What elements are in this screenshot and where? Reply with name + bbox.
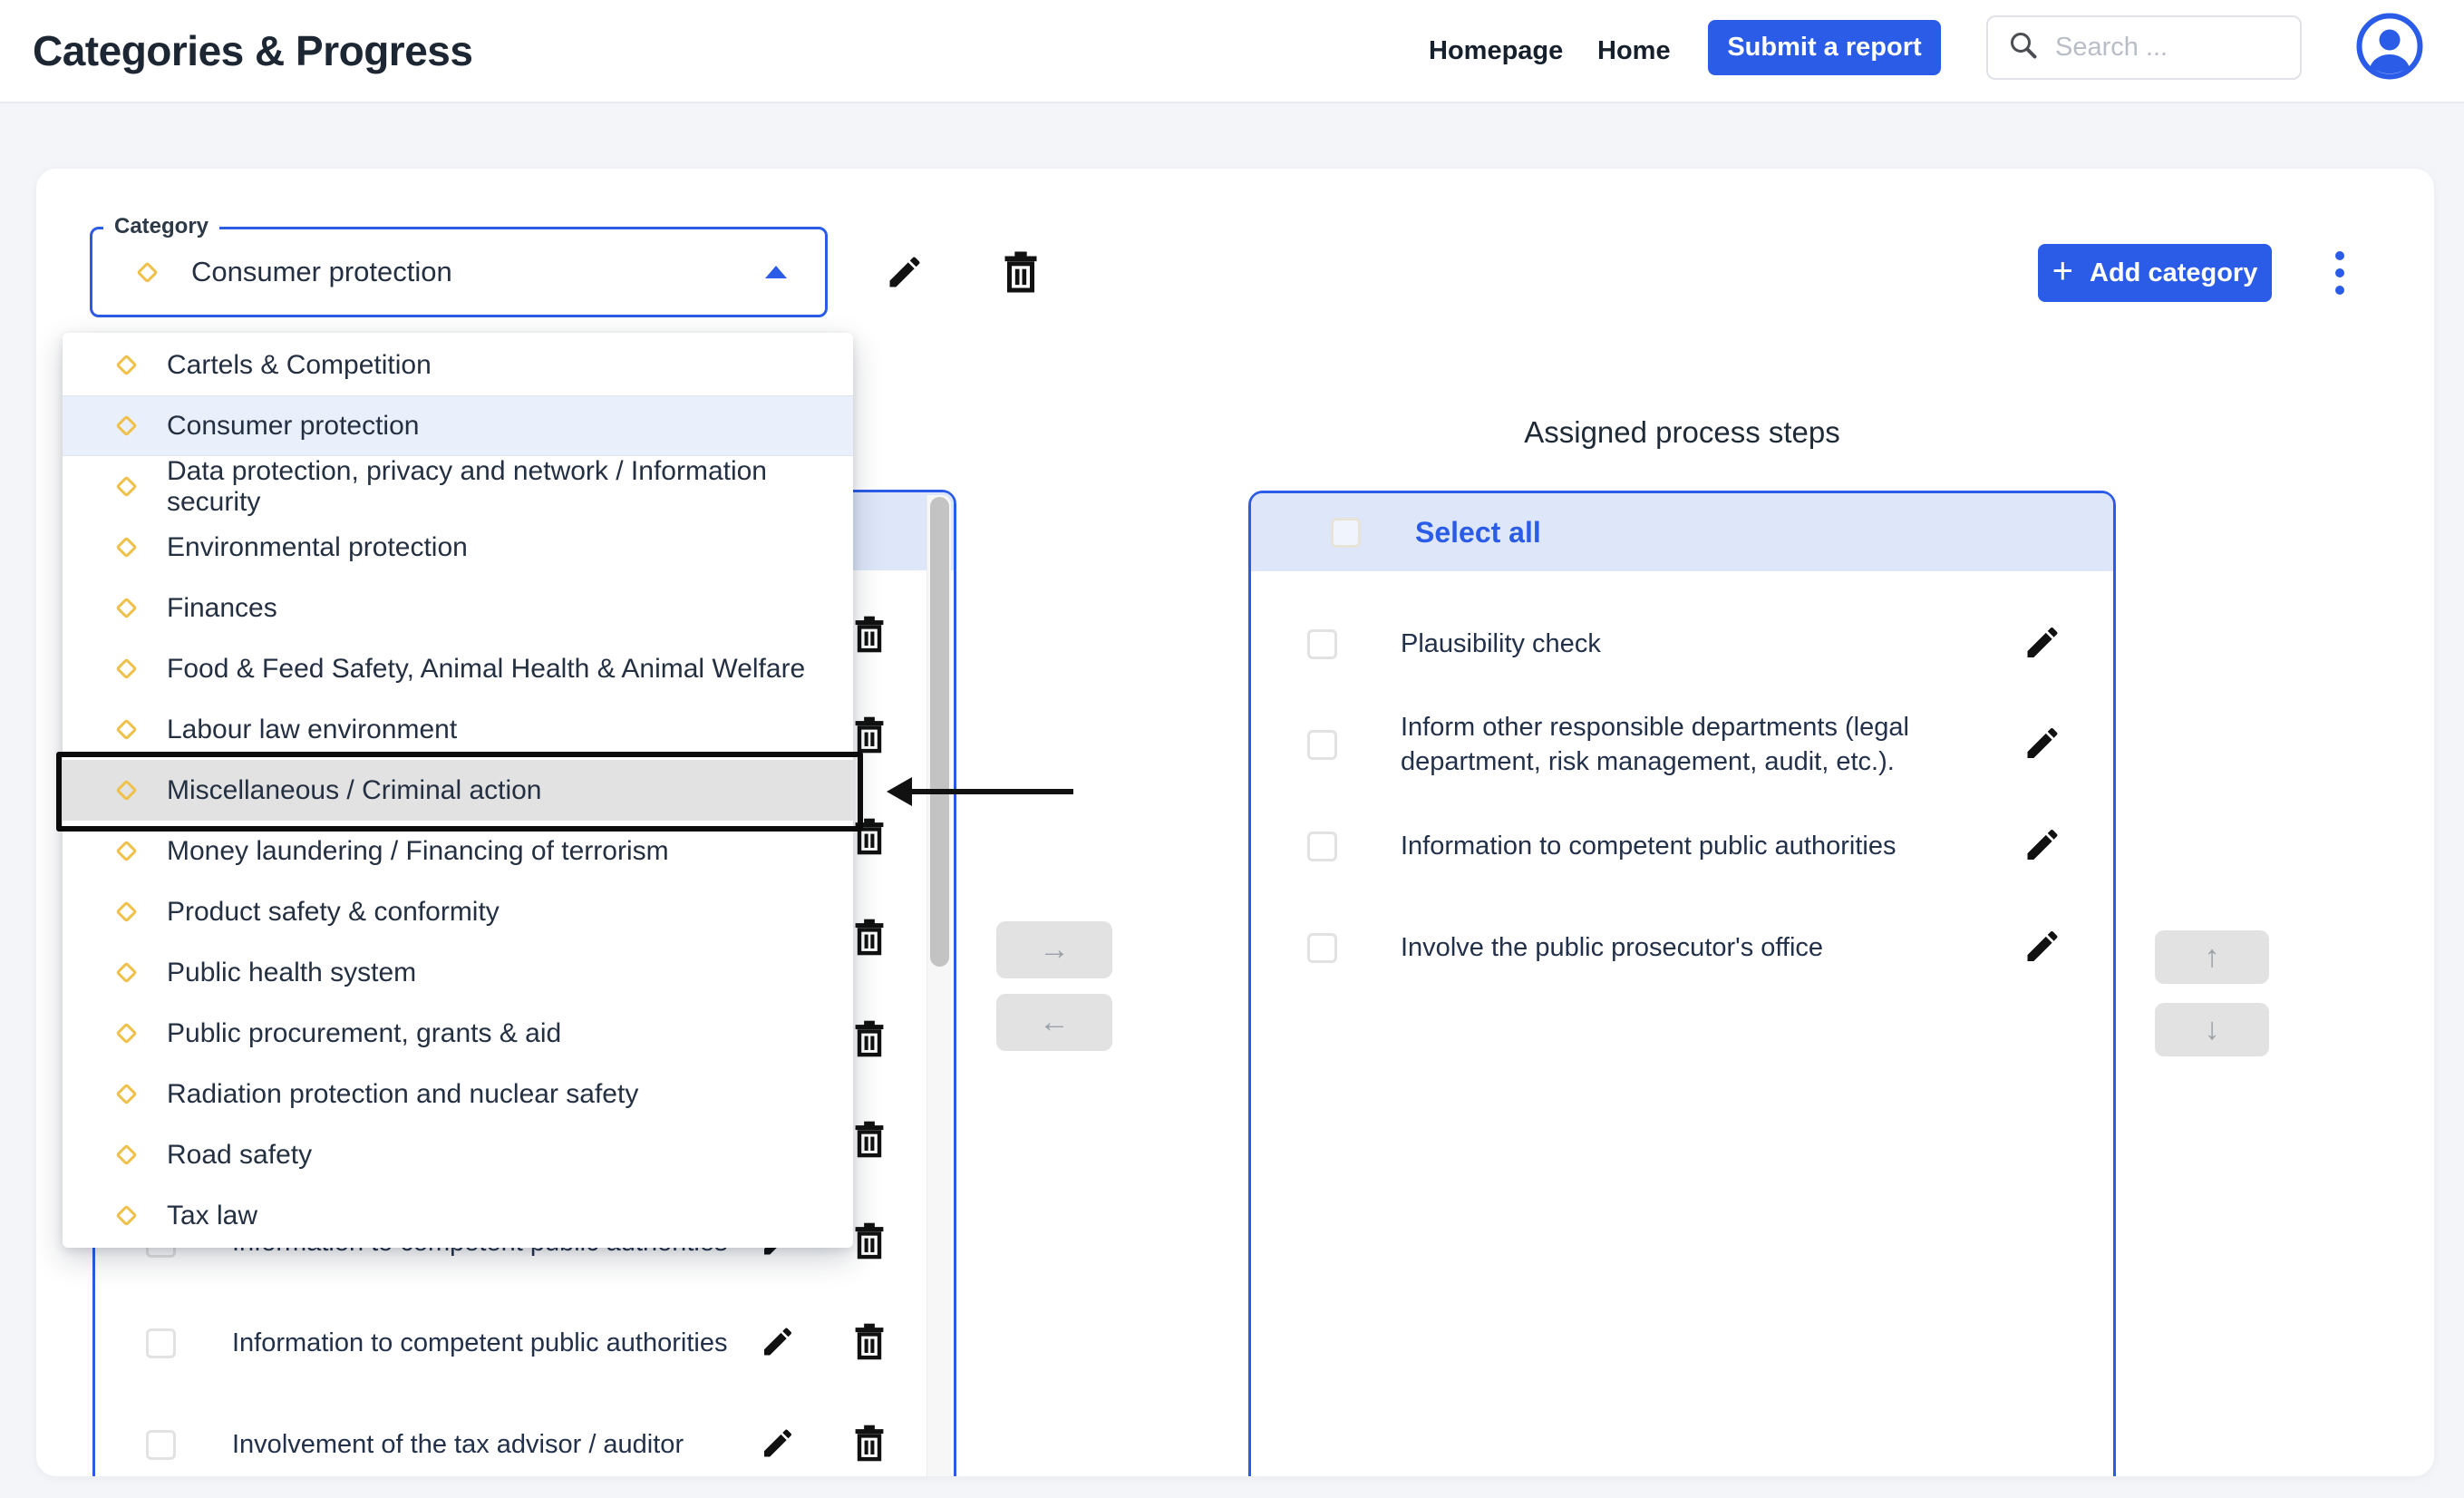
- nav-link-home[interactable]: Home: [1597, 0, 1671, 102]
- step-label: Information to competent public authorit…: [1401, 829, 1999, 863]
- move-down-button[interactable]: ↓: [2155, 1003, 2269, 1056]
- category-diamond-icon: [115, 597, 137, 618]
- category-diamond-icon: [115, 1204, 137, 1226]
- annotation-arrow-head-icon: [887, 777, 912, 806]
- delete-step-button[interactable]: [850, 1322, 888, 1365]
- delete-step-button[interactable]: [850, 1424, 888, 1466]
- main-card: Category Consumer protection + Add categ…: [36, 169, 2434, 1476]
- delete-category-button[interactable]: [999, 249, 1043, 297]
- dropdown-option[interactable]: Environmental protection: [63, 517, 853, 578]
- step-label: Plausibility check: [1401, 627, 1999, 661]
- dropdown-option[interactable]: Labour law environment: [63, 699, 853, 760]
- delete-step-button[interactable]: [850, 1019, 888, 1062]
- move-left-button[interactable]: ←: [996, 994, 1112, 1051]
- category-diamond-icon: [115, 961, 137, 983]
- dropdown-option[interactable]: Food & Feed Safety, Animal Health & Anim…: [63, 638, 853, 699]
- assigned-step-row: Inform other responsible departments (le…: [1251, 710, 2113, 779]
- search-input[interactable]: [2055, 33, 2273, 63]
- category-select[interactable]: Consumer protection: [90, 227, 828, 317]
- select-all-label: Select all: [1415, 516, 1541, 550]
- pencil-icon: [885, 281, 925, 295]
- step-label: Information to competent public authorit…: [232, 1328, 740, 1358]
- edit-step-button[interactable]: [2023, 825, 2062, 868]
- category-diamond-icon: [136, 261, 158, 283]
- delete-step-button[interactable]: [850, 715, 888, 758]
- trash-icon: [999, 284, 1043, 297]
- edit-step-button[interactable]: [2023, 927, 2062, 969]
- delete-step-button[interactable]: [850, 1221, 888, 1264]
- left-panel-scrollbar-thumb[interactable]: [930, 497, 949, 967]
- page-title: Categories & Progress: [33, 0, 472, 102]
- nav-link-homepage[interactable]: Homepage: [1429, 0, 1563, 102]
- delete-step-button[interactable]: [850, 817, 888, 860]
- dropdown-option-highlighted[interactable]: Miscellaneous / Criminal action: [63, 760, 853, 821]
- search-box[interactable]: [1986, 15, 2302, 80]
- user-avatar-icon[interactable]: [2356, 13, 2423, 80]
- dropdown-option[interactable]: Radiation protection and nuclear safety: [63, 1064, 853, 1124]
- dropdown-option[interactable]: Data protection, privacy and network / I…: [63, 456, 853, 517]
- dropdown-option[interactable]: Road safety: [63, 1124, 853, 1185]
- step-checkbox[interactable]: [1307, 629, 1337, 659]
- category-selected-value: Consumer protection: [191, 256, 452, 288]
- step-checkbox[interactable]: [146, 1430, 176, 1460]
- dropdown-option-selected[interactable]: Consumer protection: [63, 395, 853, 456]
- dropdown-option[interactable]: Cartels & Competition: [63, 335, 853, 395]
- step-row: Information to competent public authorit…: [95, 1311, 954, 1375]
- category-field-label: Category: [103, 214, 219, 239]
- category-diamond-icon: [115, 414, 137, 436]
- dropdown-option[interactable]: Public health system: [63, 942, 853, 1003]
- category-diamond-icon: [115, 657, 137, 679]
- edit-step-button[interactable]: [2023, 623, 2062, 666]
- dropdown-option[interactable]: Money laundering / Financing of terroris…: [63, 821, 853, 881]
- app-header: Categories & Progress Homepage Home Subm…: [0, 0, 2464, 103]
- category-diamond-icon: [115, 718, 137, 740]
- category-diamond-icon: [115, 840, 137, 861]
- add-category-button[interactable]: + Add category: [2038, 244, 2272, 302]
- assigned-step-row: Involve the public prosecutor's office: [1251, 913, 2113, 982]
- dropdown-option[interactable]: Product safety & conformity: [63, 881, 853, 942]
- category-diamond-icon: [115, 779, 137, 801]
- step-label: Involvement of the tax advisor / auditor: [232, 1430, 740, 1460]
- step-checkbox[interactable]: [1307, 730, 1337, 760]
- step-checkbox[interactable]: [146, 1328, 176, 1358]
- move-right-button[interactable]: →: [996, 921, 1112, 978]
- category-diamond-icon: [115, 1022, 137, 1044]
- left-panel-scrollbar-track[interactable]: [926, 495, 951, 1476]
- step-label: Involve the public prosecutor's office: [1401, 930, 1999, 965]
- plus-icon: +: [2052, 251, 2073, 292]
- delete-step-button[interactable]: [850, 615, 888, 657]
- assigned-steps-panel: Select all Plausibility check Inform oth…: [1248, 491, 2116, 1476]
- category-diamond-icon: [115, 536, 137, 558]
- dropdown-option[interactable]: Public procurement, grants & aid: [63, 1003, 853, 1064]
- assigned-steps-heading: Assigned process steps: [1248, 415, 2116, 455]
- category-diamond-icon: [115, 1143, 137, 1165]
- search-icon: [2008, 30, 2039, 65]
- annotation-arrow: [908, 789, 1073, 794]
- assigned-step-row: Plausibility check: [1251, 609, 2113, 678]
- chevron-up-icon[interactable]: [765, 266, 787, 278]
- move-up-button[interactable]: ↑: [2155, 930, 2269, 984]
- edit-step-button[interactable]: [760, 1324, 796, 1363]
- edit-step-button[interactable]: [760, 1425, 796, 1464]
- more-options-kebab-icon[interactable]: [2335, 247, 2346, 299]
- category-diamond-icon: [115, 1083, 137, 1104]
- category-diamond-icon: [115, 900, 137, 922]
- edit-step-button[interactable]: [2023, 724, 2062, 766]
- assigned-step-row: Information to competent public authorit…: [1251, 812, 2113, 880]
- step-row: Involvement of the tax advisor / auditor: [95, 1413, 954, 1476]
- step-checkbox[interactable]: [1307, 933, 1337, 963]
- step-checkbox[interactable]: [1307, 832, 1337, 861]
- delete-step-button[interactable]: [850, 1120, 888, 1162]
- delete-step-button[interactable]: [850, 918, 888, 960]
- category-dropdown-list: Cartels & Competition Consumer protectio…: [63, 333, 853, 1248]
- category-diamond-icon: [115, 354, 137, 375]
- submit-report-button[interactable]: Submit a report: [1708, 20, 1941, 75]
- dropdown-option[interactable]: Tax law: [63, 1185, 853, 1246]
- select-all-checkbox[interactable]: [1331, 518, 1361, 548]
- category-diamond-icon: [115, 475, 137, 497]
- edit-category-button[interactable]: [885, 252, 925, 295]
- select-all-header: Select all: [1251, 493, 2113, 571]
- dropdown-option[interactable]: Finances: [63, 578, 853, 638]
- step-label: Inform other responsible departments (le…: [1401, 710, 1999, 779]
